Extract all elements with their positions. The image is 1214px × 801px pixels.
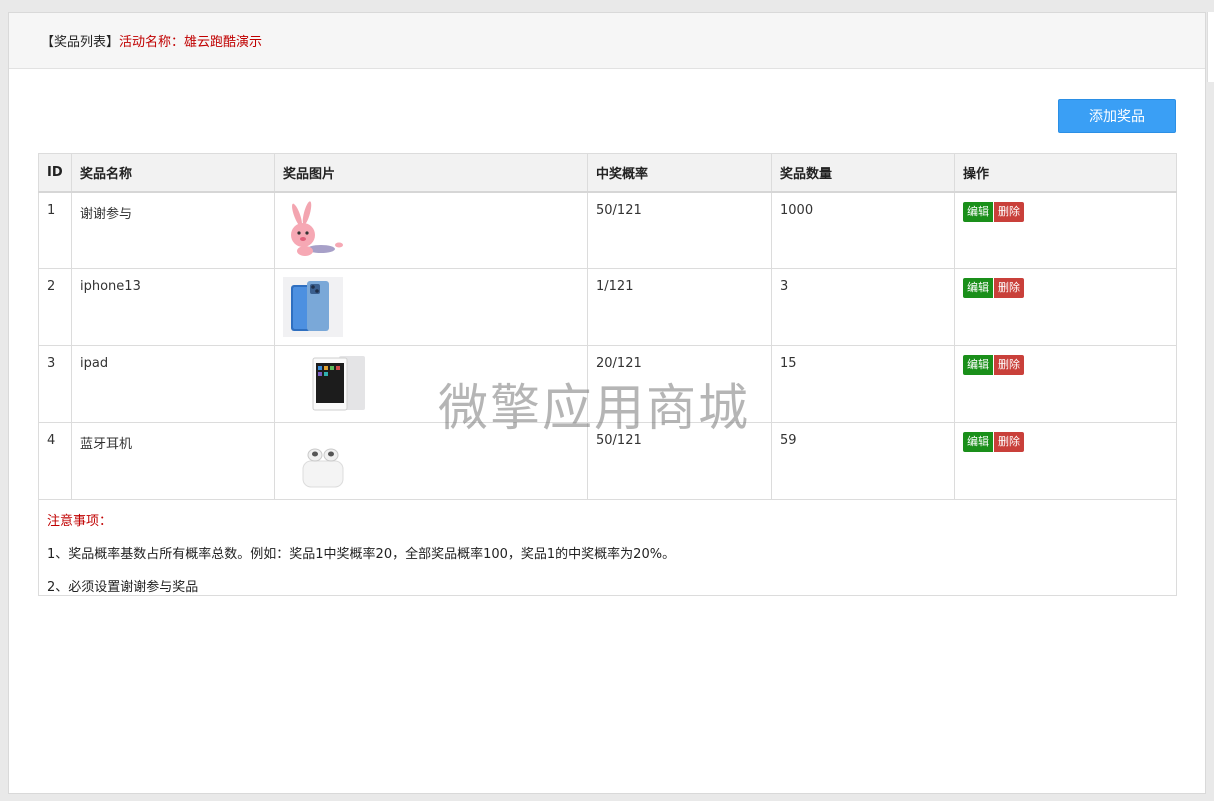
column-header-name: 奖品名称 — [71, 153, 275, 193]
cell-probability: 50/121 — [587, 191, 772, 269]
cell-actions: 编辑 删除 — [954, 422, 1177, 500]
notes-row: 注意事项： 1、奖品概率基数占所有概率总数。例如：奖品1中奖概率20，全部奖品概… — [38, 499, 1177, 596]
cell-id: 3 — [38, 345, 72, 423]
edit-button[interactable]: 编辑 — [963, 201, 993, 222]
earbuds-image — [302, 448, 344, 488]
panel-header: 【奖品列表】 活动名称：雄云跑酷演示 — [9, 13, 1205, 69]
cell-name: 蓝牙耳机 — [71, 422, 275, 500]
table-row: 3 ipad 20/121 15 编辑 删除 — [38, 345, 1177, 423]
cell-image — [274, 268, 588, 346]
cell-name: ipad — [71, 345, 275, 423]
table-row: 2 iphone13 1/121 3 编辑 删除 — [38, 268, 1177, 346]
edit-button[interactable]: 编辑 — [963, 355, 993, 375]
iphone-image — [283, 277, 343, 337]
prize-table: ID 奖品名称 奖品图片 中奖概率 奖品数量 操作 1 谢谢参与 50/121 … — [38, 153, 1177, 596]
activity-name: 活动名称：雄云跑酷演示 — [119, 35, 263, 50]
cell-quantity: 15 — [771, 345, 955, 423]
cell-name: 谢谢参与 — [71, 191, 275, 269]
cell-id: 2 — [38, 268, 72, 346]
add-prize-button[interactable]: 添加奖品 — [1058, 99, 1176, 133]
cell-probability: 20/121 — [587, 345, 772, 423]
rabbit-image — [291, 200, 343, 256]
cell-id: 4 — [38, 422, 72, 500]
cell-image — [274, 422, 588, 500]
delete-button[interactable]: 删除 — [994, 432, 1024, 452]
prize-list-panel: 【奖品列表】 活动名称：雄云跑酷演示 添加奖品 ID 奖品名称 奖品图片 中奖概… — [8, 12, 1206, 794]
note-line: 2、必须设置谢谢参与奖品 — [47, 580, 199, 595]
edit-button[interactable]: 编辑 — [963, 278, 993, 298]
page-title: 【奖品列表】 — [41, 35, 120, 50]
table-header-row: ID 奖品名称 奖品图片 中奖概率 奖品数量 操作 — [38, 153, 1177, 193]
cell-actions: 编辑 删除 — [954, 345, 1177, 423]
column-header-actions: 操作 — [954, 153, 1177, 193]
table-row: 4 蓝牙耳机 50/121 59 编辑 删除 — [38, 422, 1177, 500]
notes-title: 注意事项： — [47, 514, 113, 529]
cell-probability: 1/121 — [587, 268, 772, 346]
delete-button[interactable]: 删除 — [994, 278, 1024, 298]
note-line: 1、奖品概率基数占所有概率总数。例如：奖品1中奖概率20，全部奖品概率100，奖… — [47, 547, 676, 562]
edit-button[interactable]: 编辑 — [963, 432, 993, 452]
cell-id: 1 — [38, 191, 72, 269]
cell-name: iphone13 — [71, 268, 275, 346]
cell-quantity: 1000 — [771, 191, 955, 269]
cell-probability: 50/121 — [587, 422, 772, 500]
ipad-image — [312, 356, 365, 411]
table-row: 1 谢谢参与 50/121 1000 编辑 删除 — [38, 191, 1177, 269]
cell-actions: 编辑 删除 — [954, 268, 1177, 346]
cell-image — [274, 345, 588, 423]
cell-quantity: 3 — [771, 268, 955, 346]
delete-button[interactable]: 删除 — [994, 355, 1024, 375]
side-panel-edge — [1207, 12, 1214, 82]
cell-quantity: 59 — [771, 422, 955, 500]
column-header-probability: 中奖概率 — [587, 153, 772, 193]
cell-image — [274, 191, 588, 269]
column-header-image: 奖品图片 — [274, 153, 588, 193]
column-header-quantity: 奖品数量 — [771, 153, 955, 193]
cell-actions: 编辑 删除 — [954, 191, 1177, 269]
column-header-id: ID — [38, 153, 72, 193]
notes-cell: 注意事项： 1、奖品概率基数占所有概率总数。例如：奖品1中奖概率20，全部奖品概… — [38, 499, 1177, 596]
delete-button[interactable]: 删除 — [994, 201, 1024, 222]
